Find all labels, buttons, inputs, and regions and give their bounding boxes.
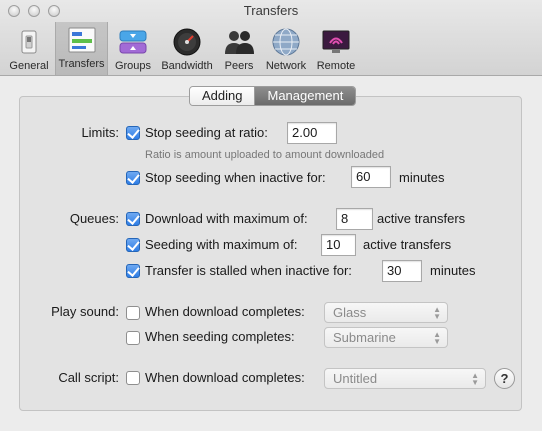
queues-section-label: Queues: <box>69 211 119 226</box>
limits-section-label: Limits: <box>81 125 119 140</box>
sound-seeding-popup[interactable]: Submarine ▲ ▼ <box>324 327 448 348</box>
tab-management[interactable]: Management <box>254 87 356 105</box>
preferences-window: Transfers General Transfers Groups Bandw… <box>0 0 542 431</box>
seeding-max-label: Seeding with maximum of: <box>145 237 298 252</box>
toolbar: Transfers General Transfers Groups Bandw… <box>0 0 542 76</box>
stop-seeding-ratio-label: Stop seeding at ratio: <box>145 125 268 140</box>
script-popup[interactable]: Untitled ▲ ▼ <box>324 368 486 389</box>
call-script-section-label: Call script: <box>58 370 119 385</box>
sound-seeding-checkbox[interactable] <box>126 331 140 345</box>
stalled-minutes-unit: minutes <box>430 263 476 278</box>
tab-bar: Adding Management <box>189 86 357 106</box>
transfers-icon <box>68 27 95 53</box>
groups-icon <box>119 30 147 54</box>
globe-icon <box>272 28 300 56</box>
sound-download-popup[interactable]: Glass ▲ ▼ <box>324 302 448 323</box>
toolbar-item-groups[interactable]: Groups <box>112 24 154 74</box>
updown-arrows-icon: ▲ ▼ <box>471 371 479 387</box>
inactive-minutes-unit: minutes <box>399 170 445 185</box>
toolbar-item-peers[interactable]: Peers <box>220 24 258 74</box>
script-download-checkbox[interactable] <box>126 371 140 385</box>
inactive-minutes-field[interactable]: 60 <box>351 166 391 188</box>
stop-seeding-inactive-checkbox[interactable] <box>126 171 140 185</box>
ratio-hint: Ratio is amount uploaded to amount downl… <box>145 149 385 161</box>
seeding-max-unit: active transfers <box>363 237 452 252</box>
sound-seeding-label: When seeding completes: <box>145 329 295 344</box>
sound-seeding-value: Submarine <box>333 330 396 345</box>
people-icon <box>225 31 254 54</box>
ratio-field[interactable]: 2.00 <box>287 122 337 144</box>
download-max-label: Download with maximum of: <box>145 211 308 226</box>
toolbar-item-general[interactable]: General <box>6 24 52 74</box>
play-sound-section-label: Play sound: <box>51 304 119 319</box>
stop-seeding-inactive-label: Stop seeding when inactive for: <box>145 170 326 185</box>
updown-arrows-icon: ▲ ▼ <box>433 330 441 346</box>
toolbar-item-remote[interactable]: Remote <box>313 24 359 74</box>
updown-arrows-icon: ▲ ▼ <box>433 305 441 321</box>
download-max-unit: active transfers <box>377 211 466 226</box>
download-max-field[interactable]: 8 <box>336 208 373 230</box>
settings-panel <box>19 96 522 411</box>
stalled-label: Transfer is stalled when inactive for: <box>145 263 352 278</box>
speedometer-icon <box>173 28 201 56</box>
seeding-max-field[interactable]: 10 <box>321 234 356 256</box>
toolbar-item-bandwidth[interactable]: Bandwidth <box>159 24 215 74</box>
switch-icon <box>21 30 37 54</box>
download-max-checkbox[interactable] <box>126 212 140 226</box>
monitor-wifi-icon <box>322 30 350 53</box>
seeding-max-checkbox[interactable] <box>126 238 140 252</box>
script-value: Untitled <box>333 371 378 386</box>
toolbar-item-transfers[interactable]: Transfers <box>55 22 108 75</box>
tab-adding[interactable]: Adding <box>190 87 255 105</box>
sound-download-value: Glass <box>333 305 367 320</box>
stop-seeding-ratio-checkbox[interactable] <box>126 126 140 140</box>
stalled-minutes-field[interactable]: 30 <box>382 260 422 282</box>
script-download-label: When download completes: <box>145 370 305 385</box>
sound-download-label: When download completes: <box>145 304 305 319</box>
toolbar-item-network[interactable]: Network <box>263 24 309 74</box>
help-button[interactable]: ? <box>494 368 515 389</box>
sound-download-checkbox[interactable] <box>126 306 140 320</box>
stalled-checkbox[interactable] <box>126 264 140 278</box>
window-title: Transfers <box>243 3 299 18</box>
